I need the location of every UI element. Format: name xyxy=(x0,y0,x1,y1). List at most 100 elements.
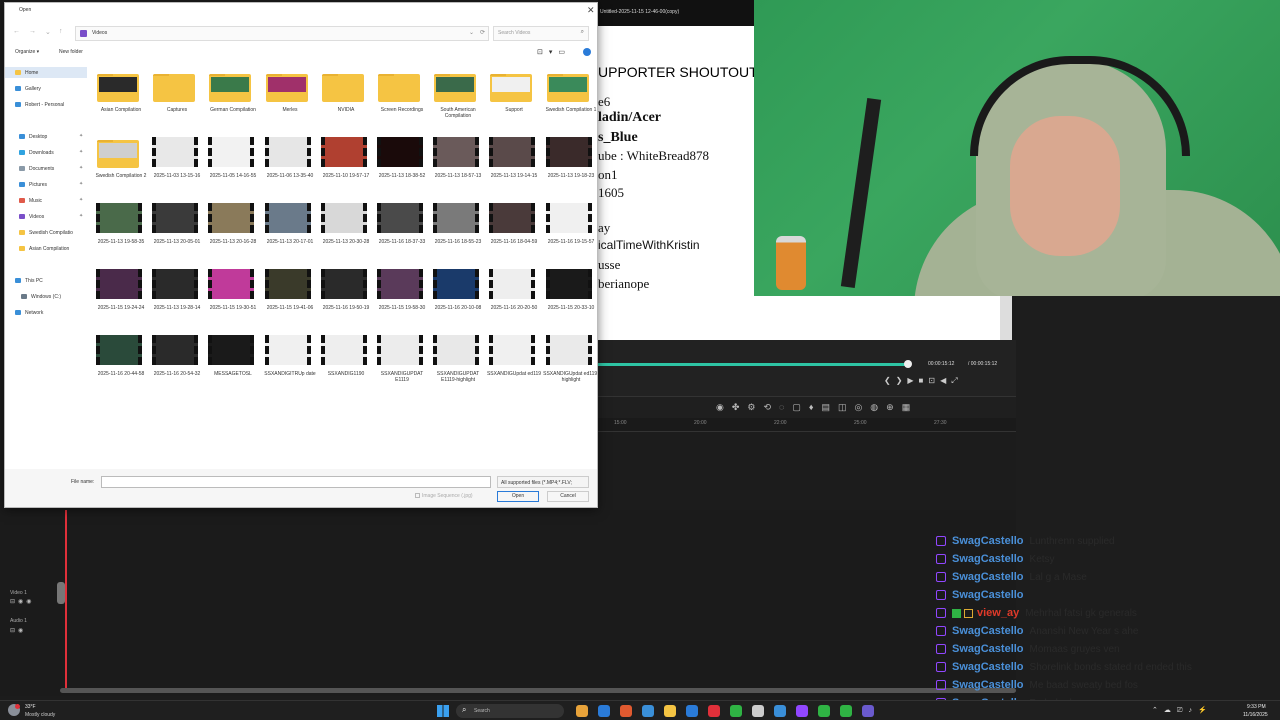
preview-scrollbar[interactable] xyxy=(1000,296,1012,340)
weather-temperature[interactable]: 33°F xyxy=(25,704,36,710)
video-file-item[interactable]: 2025-11-13 20-30-28 xyxy=(318,199,374,261)
video-file-item[interactable]: SSXANDIGUPDAT E1119-highlight xyxy=(430,331,486,393)
folder-item[interactable]: Asian Compilation xyxy=(93,67,149,129)
playback-buttons[interactable]: ❮❯▶■⊡◀⤢ xyxy=(884,376,963,386)
video-file-item[interactable]: 2025-11-13 18-38-52 xyxy=(374,133,430,195)
taskbar-app-icon[interactable] xyxy=(642,705,654,717)
nav-item[interactable]: Desktop ✦ xyxy=(5,131,87,142)
pin-icon[interactable]: ✦ xyxy=(79,213,83,219)
address-bar[interactable]: Videos ⌄ ⟳ xyxy=(75,26,489,41)
video-track-icons[interactable]: ⊟◉◉ xyxy=(10,598,35,605)
folder-item[interactable]: Screen Recordings xyxy=(374,67,430,129)
video-file-item[interactable]: 2025-11-13 19-28-14 xyxy=(149,265,205,327)
chevron-down-icon[interactable]: ⌄ xyxy=(469,29,474,36)
up-arrow-icon[interactable]: ↑ xyxy=(59,28,63,35)
video-file-item[interactable]: SSXANDIGITRUp date xyxy=(262,331,318,393)
timeline-horizontal-scrollbar[interactable] xyxy=(60,688,1016,693)
taskbar-app-icon[interactable] xyxy=(598,705,610,717)
system-tray-icons[interactable]: ⌃☁⎚♪⚡ xyxy=(1152,706,1213,715)
folder-item[interactable]: South American Compilation xyxy=(430,67,486,129)
pin-icon[interactable]: ✦ xyxy=(79,133,83,139)
recent-dropdown-icon[interactable]: ⌄ xyxy=(45,28,51,36)
video-file-item[interactable]: 2025-11-13 19-14-15 xyxy=(486,133,542,195)
video-file-item[interactable]: 2025-11-15 19-24-24 xyxy=(93,265,149,327)
nav-item[interactable]: Windows (C:) xyxy=(5,291,87,302)
image-sequence-checkbox[interactable]: Image Sequence (.jpg) xyxy=(415,493,473,499)
folder-item[interactable]: Swedish Compilation 1 xyxy=(543,67,597,129)
taskbar-app-icon[interactable] xyxy=(752,705,764,717)
nav-item[interactable]: Robert - Personal xyxy=(5,99,87,110)
forward-arrow-icon[interactable]: → xyxy=(29,28,36,35)
video-file-item[interactable]: SSXANDIGUpdat ed119 xyxy=(486,331,542,393)
video-file-item[interactable]: 2025-11-16 18-37-33 xyxy=(374,199,430,261)
refresh-icon[interactable]: ⟳ xyxy=(480,29,485,36)
timeline-ruler[interactable]: 15:00 20:00 22:00 25:00 27:30 xyxy=(598,418,1016,432)
folder-item[interactable]: Merles xyxy=(262,67,318,129)
dialog-titlebar[interactable]: Open ✕ xyxy=(5,3,597,20)
video-file-item[interactable]: 2025-11-13 20-16-28 xyxy=(205,199,261,261)
taskbar-app-icon[interactable] xyxy=(686,705,698,717)
taskbar-search-box[interactable]: ⌕ Search xyxy=(456,704,564,718)
video-file-item[interactable]: 2025-11-16 20-20-50 xyxy=(486,265,542,327)
folder-item[interactable]: Captures xyxy=(149,67,205,129)
taskbar-app-icon[interactable] xyxy=(620,705,632,717)
video-file-item[interactable]: 2025-11-05 14-16-55 xyxy=(205,133,261,195)
folder-item[interactable]: Support xyxy=(486,67,542,129)
video-file-item[interactable]: 2025-11-13 19-58-35 xyxy=(93,199,149,261)
video-file-item[interactable]: SSXANDIGUpdat ed119-highlight xyxy=(543,331,597,393)
taskbar-app-icon[interactable] xyxy=(818,705,830,717)
video-file-item[interactable]: 2025-11-13 20-17-01 xyxy=(262,199,318,261)
nav-item[interactable]: Downloads ✦ xyxy=(5,147,87,158)
video-file-item[interactable]: 2025-11-16 18-55-23 xyxy=(430,199,486,261)
back-arrow-icon[interactable]: ← xyxy=(13,28,20,35)
weather-description[interactable]: Mostly cloudy xyxy=(25,712,55,718)
track-resize-handle[interactable] xyxy=(57,582,65,604)
nav-item[interactable]: Swedish Compilatio xyxy=(5,227,87,238)
checkbox-box[interactable] xyxy=(415,493,420,499)
video-file-item[interactable]: 2025-11-10 19-57-17 xyxy=(318,133,374,195)
search-icon[interactable]: ⌕ xyxy=(581,29,584,36)
video-file-item[interactable]: 2025-11-16 19-15-57 xyxy=(543,199,597,261)
pin-icon[interactable]: ✦ xyxy=(79,181,83,187)
taskbar-app-icon[interactable] xyxy=(708,705,720,717)
timeline-playhead[interactable] xyxy=(65,510,67,692)
clock-time[interactable]: 9:33 PM xyxy=(1247,704,1266,710)
pin-icon[interactable]: ✦ xyxy=(79,149,83,155)
video-file-item[interactable]: 2025-11-15 19-41-06 xyxy=(262,265,318,327)
new-folder-button[interactable]: New folder xyxy=(59,49,83,55)
video-file-item[interactable]: 2025-11-15 19-58-30 xyxy=(374,265,430,327)
search-input[interactable]: Search Videos ⌕ xyxy=(493,26,589,41)
video-file-item[interactable]: 2025-11-16 20-44-58 xyxy=(93,331,149,393)
timeline-tool-icons[interactable]: ◉✤⚙⟲◌▢♦▤◫◎◍⊕▦ xyxy=(716,402,918,413)
folder-item[interactable]: Swedish Compilation 2 xyxy=(93,133,149,195)
open-button[interactable]: Open xyxy=(497,491,539,502)
clock-date[interactable]: 11/16/2025 xyxy=(1243,712,1268,718)
video-file-item[interactable]: 2025-11-13 19-18-23 xyxy=(543,133,597,195)
nav-item[interactable]: Music ✦ xyxy=(5,195,87,206)
pin-icon[interactable]: ✦ xyxy=(79,197,83,203)
video-file-item[interactable]: 2025-11-06 13-35-40 xyxy=(262,133,318,195)
help-icon[interactable] xyxy=(583,48,591,56)
nav-item[interactable]: Documents ✦ xyxy=(5,163,87,174)
nav-item[interactable]: Pictures ✦ xyxy=(5,179,87,190)
video-file-item[interactable]: 2025-11-16 20-54-32 xyxy=(149,331,205,393)
taskbar-app-icon[interactable] xyxy=(774,705,786,717)
video-file-item[interactable]: MESSAGETOSL xyxy=(205,331,261,393)
playback-scrubber[interactable] xyxy=(904,360,912,368)
pin-icon[interactable]: ✦ xyxy=(79,165,83,171)
video-file-item[interactable]: 2025-11-16 19-50-19 xyxy=(318,265,374,327)
video-file-item[interactable]: 2025-11-03 13-15-16 xyxy=(149,133,205,195)
cancel-button[interactable]: Cancel xyxy=(547,491,589,502)
taskbar-app-icon[interactable] xyxy=(664,705,676,717)
view-options-icon[interactable]: ⊡▾▭ xyxy=(537,48,571,56)
playback-progress[interactable] xyxy=(598,363,908,366)
video-file-item[interactable]: SSXANDIGUPDAT E1119 xyxy=(374,331,430,393)
folder-item[interactable]: NVIDIA xyxy=(318,67,374,129)
timeline-tracks[interactable] xyxy=(0,510,1016,696)
video-file-item[interactable]: 2025-11-13 18-57-13 xyxy=(430,133,486,195)
taskbar-app-icon[interactable] xyxy=(862,705,874,717)
close-icon[interactable]: ✕ xyxy=(587,5,595,16)
audio-track-icons[interactable]: ⊟◉ xyxy=(10,627,26,634)
start-button[interactable] xyxy=(437,705,449,717)
video-file-item[interactable]: 2025-11-16 20-10-08 xyxy=(430,265,486,327)
